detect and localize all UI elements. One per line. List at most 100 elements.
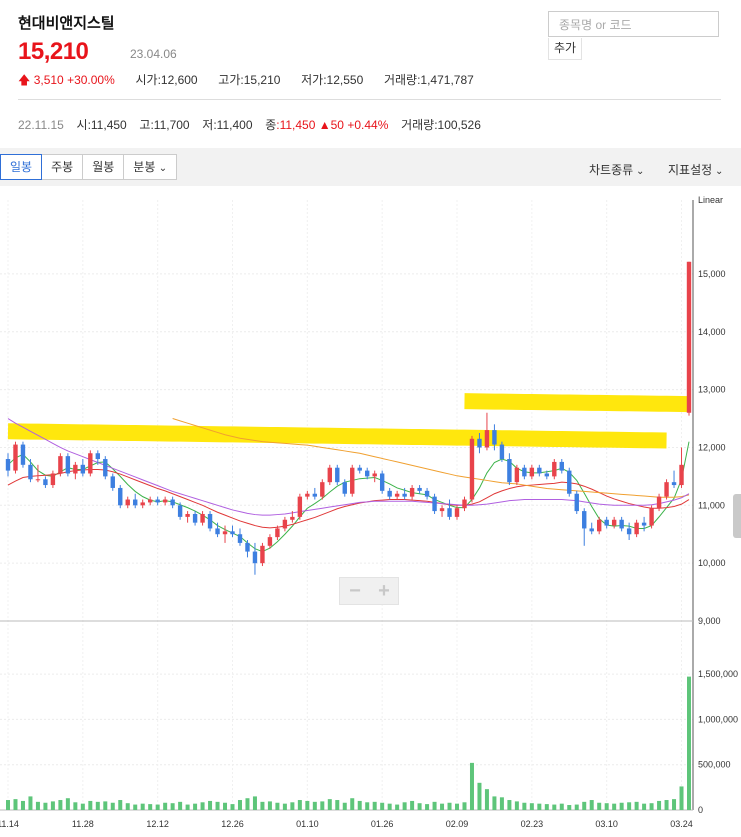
candle-body — [507, 459, 512, 483]
chart-type-label: 차트종류 — [589, 163, 634, 177]
volume-bar — [290, 802, 295, 810]
candle-body — [514, 467, 520, 483]
candle-body — [147, 499, 153, 503]
volume-bar — [245, 798, 250, 810]
candle-body — [110, 476, 115, 488]
candle-body — [484, 430, 490, 448]
candle-body — [417, 487, 422, 491]
candle-body — [544, 473, 550, 477]
low-label: 저가 — [301, 73, 324, 87]
price-tick-label: 11,000 — [698, 500, 725, 510]
detail-low-label: 저 — [202, 118, 214, 132]
candle-body — [215, 528, 220, 535]
tab-minute-label: 분봉 — [133, 160, 156, 174]
up-triangle-icon: ▲ — [318, 118, 331, 132]
candle-body — [155, 499, 160, 503]
volume-bar — [567, 805, 572, 810]
candle-body — [379, 473, 385, 491]
highlight-stroke — [464, 393, 690, 413]
candle-body — [679, 464, 684, 486]
candle-body — [80, 464, 86, 474]
period-tabs: 일봉 주봉 월봉 분봉 ⌄ — [0, 154, 178, 180]
candle-body — [439, 508, 445, 512]
candle-body — [177, 505, 183, 517]
candle-body — [469, 438, 475, 500]
candle-body — [35, 479, 41, 481]
volume-bar — [387, 803, 392, 810]
volume-bar — [237, 800, 242, 810]
add-button[interactable]: 추가 — [548, 38, 582, 60]
volume-bar — [687, 676, 691, 810]
tab-weekly[interactable]: 주봉 — [42, 154, 84, 180]
volume-bar — [649, 803, 654, 810]
candle-body — [20, 444, 26, 465]
candle-body — [641, 522, 647, 526]
volume-bar — [185, 804, 190, 810]
volume-bar — [193, 803, 198, 810]
detail-change: 50 — [330, 118, 344, 132]
candle-body — [162, 499, 168, 503]
detail-open-label: 시 — [76, 118, 88, 132]
candle-body — [671, 482, 677, 486]
up-arrow-icon: 🡅 — [18, 73, 31, 87]
volume-bar — [178, 801, 183, 810]
volume-bar — [155, 804, 160, 810]
volume-bar — [215, 801, 220, 810]
candle-body — [73, 464, 78, 474]
candle-body — [118, 487, 123, 506]
candle-body — [43, 479, 48, 486]
summary-row: 🡅 3,510 +30.00% 시가:12,600 고가:15,210 저가:1… — [18, 71, 474, 92]
volume-bar — [372, 801, 377, 810]
volume-bar — [20, 800, 25, 810]
volume-bar — [522, 802, 527, 810]
price-tick-label: 15,000 — [698, 269, 726, 279]
x-tick-label: 11.28 — [72, 819, 94, 829]
price-tick-label: 10,000 — [698, 558, 726, 568]
quote-date: 23.04.06 — [130, 47, 177, 61]
price-tick-label: 12,000 — [698, 442, 726, 452]
volume-bar — [312, 801, 317, 810]
side-panel-handle[interactable] — [733, 494, 741, 538]
volume-bar — [170, 803, 175, 810]
candle-body — [267, 537, 273, 546]
volume-bar — [642, 803, 647, 810]
open-value: :12,600 — [157, 73, 198, 87]
candle-body — [230, 531, 235, 535]
volume-bar — [402, 802, 407, 810]
high-label: 고가 — [218, 73, 241, 87]
candle-body — [424, 490, 430, 497]
zoom-in-button[interactable]: + — [370, 580, 398, 602]
volume-bar — [425, 804, 430, 810]
candle-body — [589, 528, 594, 532]
candle-body — [200, 513, 205, 523]
zoom-out-button[interactable]: − — [341, 580, 369, 602]
volume-bar — [320, 801, 325, 810]
candle-body — [559, 461, 564, 471]
candle-body — [537, 467, 542, 474]
volume-bar — [252, 796, 257, 810]
chart-area[interactable]: 9,000 10,000 11,000 12,000 13,000 14,000 15,00… — [0, 195, 741, 832]
search-input[interactable]: 종목명 or 코드 — [548, 11, 719, 37]
tab-monthly[interactable]: 월봉 — [83, 154, 125, 180]
price-tick-label: 14,000 — [698, 327, 726, 337]
candle-body — [582, 511, 587, 529]
volume-bar — [118, 800, 123, 810]
volume-bar — [440, 803, 445, 810]
volume-bar — [342, 802, 347, 810]
candle-body — [387, 490, 392, 497]
change-percent: +30.00% — [67, 73, 115, 87]
volume-bar — [492, 796, 497, 810]
stock-chart[interactable]: 9,000 10,000 11,000 12,000 13,000 14,000 15,00… — [0, 195, 741, 832]
tab-minute[interactable]: 분봉 ⌄ — [124, 154, 178, 180]
candle-body — [664, 482, 669, 497]
chevron-down-icon: ⌄ — [633, 166, 645, 177]
volume-bar — [282, 803, 287, 810]
chart-type-menu[interactable]: 차트종류 ⌄ — [589, 161, 644, 178]
detail-close-label: 종 — [265, 118, 277, 132]
volume-bar — [350, 798, 355, 810]
detail-change-pct: +0.44% — [347, 118, 389, 132]
volume-bar — [612, 803, 617, 810]
tab-daily[interactable]: 일봉 — [0, 154, 43, 180]
indicator-menu[interactable]: 지표설정 ⌄ — [668, 161, 723, 178]
volume-bar — [589, 800, 594, 810]
